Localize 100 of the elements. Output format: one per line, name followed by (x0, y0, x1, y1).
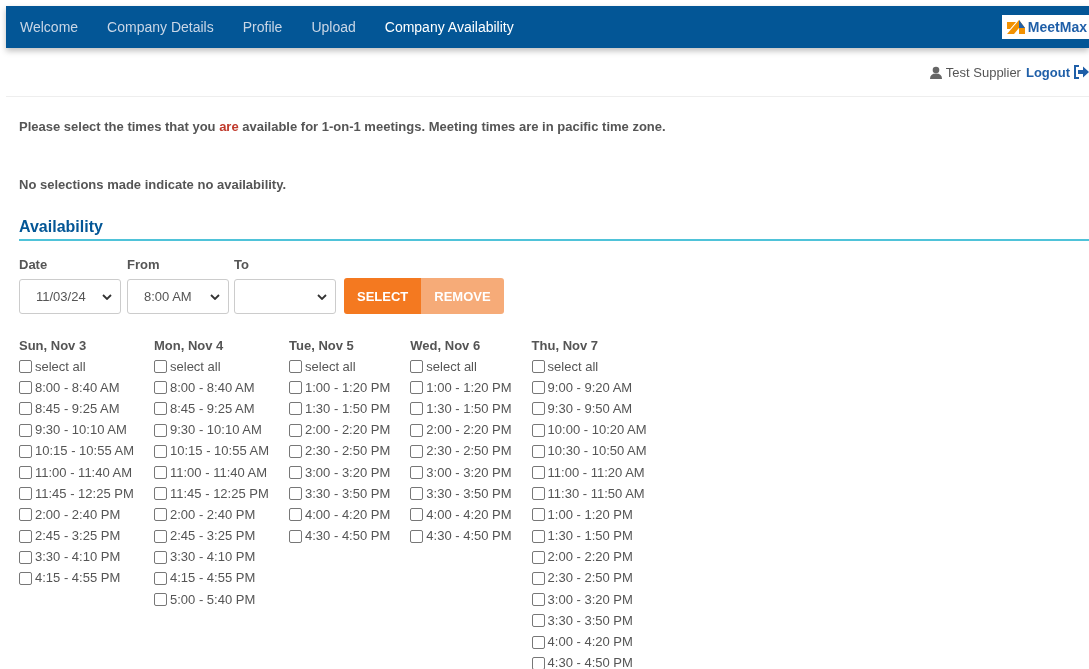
checkbox[interactable] (154, 508, 167, 522)
checkbox[interactable] (19, 444, 32, 458)
nav-link[interactable]: Profile (242, 19, 283, 35)
time-slot-label[interactable]: 4:15 - 4:55 PM (170, 570, 256, 587)
checkbox[interactable] (154, 487, 167, 501)
time-slot-label[interactable]: select all (305, 358, 356, 375)
time-slot-label[interactable]: 3:30 - 3:50 PM (547, 612, 633, 629)
time-slot-label[interactable]: 9:30 - 10:10 AM (170, 422, 262, 439)
time-slot-label[interactable]: 2:00 - 2:20 PM (547, 549, 633, 566)
time-slot-label[interactable]: 2:00 - 2:40 PM (35, 506, 121, 523)
checkbox[interactable] (289, 402, 303, 416)
checkbox[interactable] (531, 550, 545, 564)
checkbox[interactable] (410, 466, 424, 480)
checkbox[interactable] (154, 550, 167, 564)
time-slot-label[interactable]: 2:00 - 2:20 PM (305, 422, 391, 439)
time-slot-label[interactable]: 4:30 - 4:50 PM (547, 655, 633, 669)
checkbox[interactable] (410, 402, 424, 416)
checkbox[interactable] (19, 508, 32, 522)
time-slot-label[interactable]: 3:00 - 3:20 PM (305, 464, 391, 481)
time-slot-label[interactable]: 2:00 - 2:20 PM (426, 422, 512, 439)
checkbox[interactable] (531, 508, 545, 522)
checkbox[interactable] (19, 487, 32, 501)
checkbox[interactable] (531, 593, 545, 607)
time-slot-label[interactable]: 2:30 - 2:50 PM (547, 570, 633, 587)
time-slot-label[interactable]: 11:30 - 11:50 AM (547, 485, 645, 502)
time-slot-label[interactable]: 9:00 - 9:20 AM (547, 379, 633, 396)
time-slot-label[interactable]: 3:30 - 3:50 PM (426, 485, 512, 502)
checkbox[interactable] (154, 593, 167, 607)
checkbox[interactable] (410, 423, 424, 437)
time-slot-label[interactable]: 4:00 - 4:20 PM (547, 634, 633, 651)
time-slot-label[interactable]: select all (35, 358, 86, 375)
nav-link[interactable]: Company Availability (384, 19, 514, 35)
checkbox[interactable] (410, 508, 424, 522)
checkbox[interactable] (531, 635, 545, 649)
checkbox[interactable] (531, 656, 545, 669)
checkbox[interactable] (531, 381, 545, 395)
time-slot-label[interactable]: 1:30 - 1:50 PM (426, 400, 512, 417)
checkbox[interactable] (531, 444, 545, 458)
time-slot-label[interactable]: 11:00 - 11:40 AM (35, 464, 133, 481)
dropdown[interactable]: 11/03/24 (19, 279, 121, 314)
checkbox[interactable] (19, 529, 32, 543)
checkbox[interactable] (289, 529, 303, 543)
checkbox[interactable] (531, 360, 545, 374)
checkbox[interactable] (154, 402, 167, 416)
nav-link[interactable]: Company Details (107, 19, 214, 35)
time-slot-label[interactable]: 11:00 - 11:40 AM (170, 464, 268, 481)
time-slot-label[interactable]: 8:00 - 8:40 AM (170, 379, 255, 396)
checkbox[interactable] (154, 381, 167, 395)
time-slot-label[interactable]: 11:45 - 12:25 PM (170, 485, 269, 502)
time-slot-label[interactable]: select all (426, 358, 477, 375)
checkbox[interactable] (289, 444, 303, 458)
time-slot-label[interactable]: 3:00 - 3:20 PM (426, 464, 512, 481)
checkbox[interactable] (154, 423, 167, 437)
time-slot-label[interactable]: 8:45 - 9:25 AM (35, 400, 120, 417)
time-slot-label[interactable]: 4:30 - 4:50 PM (305, 528, 391, 545)
time-slot-label[interactable]: 2:00 - 2:40 PM (170, 506, 256, 523)
checkbox[interactable] (19, 360, 32, 374)
nav-link[interactable]: Welcome (20, 19, 79, 35)
time-slot-label[interactable]: 8:00 - 8:40 AM (35, 379, 120, 396)
checkbox[interactable] (531, 529, 545, 543)
time-slot-label[interactable]: 4:30 - 4:50 PM (426, 528, 512, 545)
time-slot-label[interactable]: 10:15 - 10:55 AM (170, 443, 270, 460)
checkbox[interactable] (410, 381, 424, 395)
logout-link[interactable]: Logout (1025, 64, 1070, 80)
time-slot-label[interactable]: 9:30 - 9:50 AM (547, 400, 633, 417)
checkbox[interactable] (19, 381, 32, 395)
checkbox[interactable] (410, 487, 424, 501)
time-slot-label[interactable]: 3:30 - 4:10 PM (35, 549, 121, 566)
checkbox[interactable] (154, 444, 167, 458)
checkbox[interactable] (154, 466, 167, 480)
time-slot-label[interactable]: 9:30 - 10:10 AM (35, 422, 127, 439)
checkbox[interactable] (410, 444, 424, 458)
checkbox[interactable] (531, 402, 545, 416)
checkbox[interactable] (410, 360, 424, 374)
time-slot-label[interactable]: 4:00 - 4:20 PM (426, 506, 512, 523)
time-slot-label[interactable]: 3:00 - 3:20 PM (547, 591, 633, 608)
time-slot-label[interactable]: 3:30 - 4:10 PM (170, 549, 256, 566)
time-slot-label[interactable]: 4:00 - 4:20 PM (305, 506, 391, 523)
checkbox[interactable] (154, 571, 167, 585)
time-slot-label[interactable]: 1:00 - 1:20 PM (426, 379, 512, 396)
checkbox[interactable] (19, 402, 32, 416)
checkbox[interactable] (531, 466, 545, 480)
dropdown[interactable]: 8:00 AM (127, 279, 229, 314)
checkbox[interactable] (289, 360, 303, 374)
time-slot-label[interactable]: 1:30 - 1:50 PM (547, 528, 633, 545)
time-slot-label[interactable]: 2:45 - 3:25 PM (35, 528, 121, 545)
time-slot-label[interactable]: 11:00 - 11:20 AM (547, 464, 645, 481)
checkbox[interactable] (19, 550, 32, 564)
checkbox[interactable] (289, 508, 303, 522)
checkbox[interactable] (154, 360, 167, 374)
time-slot-label[interactable]: 10:30 - 10:50 AM (547, 443, 647, 460)
checkbox[interactable] (531, 571, 545, 585)
time-slot-label[interactable]: 10:00 - 10:20 AM (547, 422, 647, 439)
checkbox[interactable] (289, 466, 303, 480)
checkbox[interactable] (289, 487, 303, 501)
time-slot-label[interactable]: 2:30 - 2:50 PM (305, 443, 391, 460)
time-slot-label[interactable]: 11:45 - 12:25 PM (35, 485, 134, 502)
logo[interactable]: MeetMax (1001, 15, 1089, 39)
time-slot-label[interactable]: 1:00 - 1:20 PM (547, 506, 633, 523)
checkbox[interactable] (154, 529, 167, 543)
